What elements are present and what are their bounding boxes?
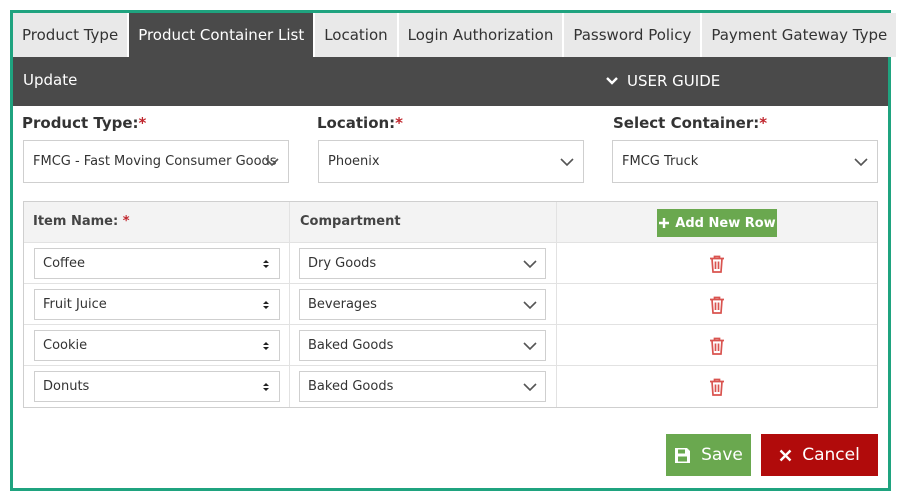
up-down-arrows-icon bbox=[263, 260, 269, 268]
location-label: Location: bbox=[317, 114, 396, 132]
tab-password-policy[interactable]: Password Policy bbox=[564, 13, 703, 57]
table-row: Donuts Baked Goods bbox=[24, 366, 877, 407]
user-guide-label: USER GUIDE bbox=[627, 72, 721, 90]
chevron-down-icon bbox=[606, 77, 618, 85]
product-type-value: FMCG - Fast Moving Consumer Goods bbox=[33, 154, 277, 169]
product-type-label: Product Type: bbox=[22, 114, 139, 132]
product-type-field: Product Type:* FMCG - Fast Moving Consum… bbox=[22, 114, 289, 183]
chevron-down-icon bbox=[523, 301, 537, 310]
add-new-row-button[interactable]: Add New Row bbox=[657, 209, 777, 237]
compartment-value: Baked Goods bbox=[308, 338, 394, 353]
chevron-down-icon bbox=[265, 158, 279, 167]
up-down-arrows-icon bbox=[263, 301, 269, 309]
chevron-down-icon bbox=[523, 260, 537, 269]
tab-payment-gateway-type[interactable]: Payment Gateway Type bbox=[702, 13, 899, 57]
table-row: Fruit Juice Beverages bbox=[24, 284, 877, 325]
chevron-down-icon bbox=[523, 383, 537, 392]
tab-bar: Product Type Product Container List Loca… bbox=[13, 13, 899, 57]
chevron-down-icon bbox=[854, 158, 868, 167]
trash-icon[interactable] bbox=[709, 378, 725, 396]
required-mark: * bbox=[759, 114, 768, 132]
item-name-value: Coffee bbox=[43, 256, 85, 271]
required-mark: * bbox=[138, 114, 147, 132]
compartment-select[interactable]: Baked Goods bbox=[299, 371, 546, 402]
location-field: Location:* Phoenix bbox=[317, 114, 584, 183]
compartment-select[interactable]: Dry Goods bbox=[299, 248, 546, 279]
up-down-arrows-icon bbox=[263, 383, 269, 391]
required-mark: * bbox=[395, 114, 404, 132]
trash-icon[interactable] bbox=[709, 296, 725, 314]
plus-icon bbox=[659, 218, 670, 228]
compartment-select[interactable]: Beverages bbox=[299, 289, 546, 320]
compartment-select[interactable]: Baked Goods bbox=[299, 330, 546, 361]
item-name-select[interactable]: Fruit Juice bbox=[34, 289, 280, 320]
user-guide-toggle[interactable]: USER GUIDE bbox=[605, 72, 720, 90]
chevron-down-icon bbox=[523, 342, 537, 351]
item-name-select[interactable]: Donuts bbox=[34, 371, 280, 402]
tab-login-authorization[interactable]: Login Authorization bbox=[398, 13, 565, 57]
container-value: FMCG Truck bbox=[622, 154, 699, 169]
table-row: Coffee Dry Goods bbox=[24, 243, 877, 284]
container-field: Select Container:* FMCG Truck bbox=[612, 114, 878, 183]
tab-product-type[interactable]: Product Type bbox=[13, 13, 130, 57]
container-select[interactable]: FMCG Truck bbox=[612, 140, 878, 183]
tab-product-container-list[interactable]: Product Container List bbox=[129, 13, 316, 57]
item-name-value: Fruit Juice bbox=[43, 297, 107, 312]
page-title: Update bbox=[23, 71, 78, 89]
compartment-header: Compartment bbox=[300, 214, 401, 229]
item-name-select[interactable]: Coffee bbox=[34, 248, 280, 279]
dialog-frame: Product Type Product Container List Loca… bbox=[10, 10, 899, 491]
save-button[interactable]: Save bbox=[666, 434, 751, 476]
tab-location[interactable]: Location bbox=[315, 13, 399, 57]
compartment-value: Dry Goods bbox=[308, 256, 377, 271]
save-label: Save bbox=[701, 445, 743, 465]
add-new-row-label: Add New Row bbox=[675, 215, 776, 231]
trash-icon[interactable] bbox=[709, 255, 725, 273]
location-value: Phoenix bbox=[328, 154, 380, 169]
items-table: Item Name: * Compartment Add New Row Cof… bbox=[23, 201, 878, 408]
up-down-arrows-icon bbox=[263, 342, 269, 350]
item-name-value: Cookie bbox=[43, 338, 88, 353]
product-type-select[interactable]: FMCG - Fast Moving Consumer Goods bbox=[23, 140, 289, 183]
header-bar: Update USER GUIDE bbox=[13, 57, 888, 106]
compartment-value: Baked Goods bbox=[308, 379, 394, 394]
item-name-header: Item Name: bbox=[33, 214, 119, 229]
compartment-value: Beverages bbox=[308, 297, 377, 312]
item-name-select[interactable]: Cookie bbox=[34, 330, 280, 361]
cancel-button[interactable]: Cancel bbox=[761, 434, 878, 476]
floppy-disk-icon bbox=[675, 447, 691, 463]
trash-icon[interactable] bbox=[709, 337, 725, 355]
table-row: Cookie Baked Goods bbox=[24, 325, 877, 366]
table-header: Item Name: * Compartment Add New Row bbox=[24, 202, 877, 243]
chevron-down-icon bbox=[560, 158, 574, 167]
item-name-value: Donuts bbox=[43, 379, 90, 394]
required-mark: * bbox=[122, 214, 130, 229]
cancel-label: Cancel bbox=[802, 445, 860, 465]
location-select[interactable]: Phoenix bbox=[318, 140, 584, 183]
container-label: Select Container: bbox=[613, 114, 760, 132]
close-icon bbox=[779, 449, 792, 461]
